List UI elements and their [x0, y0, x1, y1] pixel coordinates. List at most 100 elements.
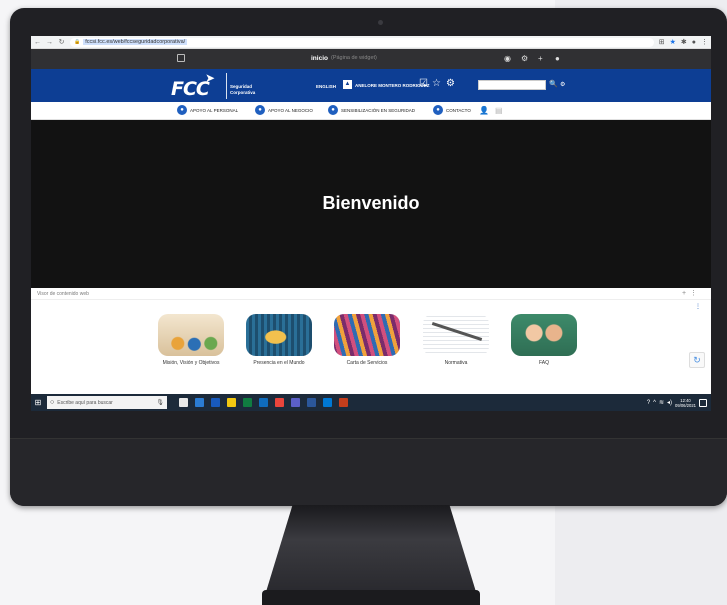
tile-image[interactable] — [246, 314, 312, 356]
nav-apoyo-negocio[interactable]: ● APOYO AL NEGOCIO — [255, 105, 313, 115]
tile-faq[interactable]: FAQ — [508, 314, 580, 366]
camera — [378, 20, 383, 25]
excel-icon[interactable] — [243, 398, 252, 407]
page-type[interactable]: (Página de widget) — [331, 55, 377, 61]
screen: ← → ↻ 🔒 fccsi.fcc.es/web/fccseguridadcor… — [31, 36, 711, 411]
url-text[interactable]: fccsi.fcc.es/web/fccseguridadcorporativa… — [83, 39, 188, 45]
welcome-title: Bienvenido — [322, 192, 420, 213]
tile-caption[interactable]: FAQ — [508, 360, 580, 366]
viewer-options-icon[interactable]: ⋮ — [695, 303, 701, 310]
mail-icon[interactable] — [323, 398, 332, 407]
volume-icon[interactable]: ◂) — [667, 399, 672, 406]
extensions-icon[interactable]: ✱ — [681, 38, 687, 46]
tile-image[interactable] — [158, 314, 224, 356]
brand-line-2: Corporativa — [230, 89, 256, 95]
help-icon[interactable]: ? — [647, 400, 650, 406]
add-icon[interactable]: + — [538, 54, 543, 63]
tile-normativa[interactable]: Normativa — [420, 314, 492, 366]
logo-arrow-icon: ➤ — [205, 71, 216, 85]
system-tray: ? ^ ≋ ◂) 12:40 09/06/2021 — [647, 398, 711, 408]
nav-label: CONTACTO — [446, 107, 471, 113]
tile-image[interactable] — [423, 314, 489, 356]
nav-label: SENSIBILIZACIÓN EN SEGURIDAD — [341, 107, 416, 113]
address-bar[interactable]: 🔒 fccsi.fcc.es/web/fccseguridadcorporati… — [70, 37, 654, 47]
eye-icon[interactable]: ◉ — [504, 54, 511, 63]
reload-icon[interactable]: ↻ — [58, 38, 65, 46]
language-link[interactable]: ENGLISH — [316, 84, 336, 89]
viewer-title: Visor de contenido web — [37, 291, 89, 297]
file-explorer-icon[interactable] — [227, 398, 236, 407]
word-icon[interactable] — [211, 398, 220, 407]
user-avatar-icon[interactable]: ▲ — [343, 80, 352, 89]
browser-toolbar: ← → ↻ 🔒 fccsi.fcc.es/web/fccseguridadcor… — [31, 36, 711, 49]
favorites-star-icon[interactable]: ☆ — [432, 78, 441, 89]
windows-start-icon[interactable]: ⊞ — [31, 394, 45, 411]
tile-presencia[interactable]: Presencia en el Mundo — [243, 314, 315, 366]
notification-icon[interactable] — [699, 398, 707, 407]
viewer-header: Visor de contenido web + ⋮ — [31, 288, 711, 300]
task-view-icon[interactable] — [179, 398, 188, 407]
welcome-banner: Bienvenido — [31, 120, 711, 288]
tile-caption[interactable]: Normativa — [420, 360, 492, 366]
recaptcha-icon[interactable]: ↻ — [689, 352, 705, 368]
network-icon[interactable]: ≋ — [659, 399, 664, 406]
business-icon: ● — [255, 105, 265, 115]
brand-text: Seguridad Corporativa — [230, 84, 255, 95]
tiles-row: Misión, Visión y Objetivos Presencia en … — [31, 314, 711, 374]
contact-icon: ● — [433, 105, 443, 115]
nav-sensibilizacion[interactable]: ● SENSIBILIZACIÓN EN SEGURIDAD — [328, 105, 415, 115]
microphone-icon[interactable]: 🎙 — [156, 399, 164, 406]
site-header: FCC ➤ Seguridad Corporativa ENGLISH ▲ AN… — [31, 69, 711, 102]
forward-icon[interactable]: → — [46, 39, 53, 46]
search-circle-icon: ○ — [50, 399, 55, 406]
sliders-icon[interactable]: ⚙ — [521, 54, 528, 63]
tile-caption[interactable]: Presencia en el Mundo — [243, 360, 315, 366]
personal-icon: ● — [177, 105, 187, 115]
tile-carta[interactable]: Carta de Servicios — [331, 314, 403, 366]
word-doc-icon[interactable] — [307, 398, 316, 407]
translate-icon[interactable]: ⊞ — [659, 38, 665, 46]
edge-icon[interactable] — [195, 398, 204, 407]
menu-icon[interactable]: ⋮ — [701, 38, 708, 46]
page-name: inicio — [311, 55, 328, 62]
main-nav: ● APOYO AL PERSONAL ● APOYO AL NEGOCIO ●… — [31, 102, 711, 120]
profile-icon[interactable]: ● — [692, 39, 696, 46]
nav-label: APOYO AL PERSONAL — [190, 107, 239, 113]
nav-label: APOYO AL NEGOCIO — [268, 107, 313, 113]
notifications-icon[interactable]: ☑ — [419, 78, 428, 89]
settings-icon[interactable]: ⚙ — [446, 78, 455, 89]
tile-caption[interactable]: Carta de Servicios — [331, 360, 403, 366]
teams-icon[interactable] — [291, 398, 300, 407]
fcc-logo[interactable]: FCC ➤ — [171, 71, 221, 100]
people-icon[interactable]: 👤 — [479, 106, 489, 115]
chrome-icon[interactable] — [275, 398, 284, 407]
user-menu-icon[interactable]: ● — [555, 54, 560, 63]
logo-text: FCC — [171, 78, 210, 100]
tile-image[interactable] — [334, 314, 400, 356]
tile-caption[interactable]: Misión, Visión y Objetivos — [155, 360, 227, 366]
clock-date: 09/06/2021 — [675, 402, 696, 408]
search-input[interactable] — [478, 80, 546, 90]
tile-image[interactable] — [511, 314, 577, 356]
side-panel-icon[interactable] — [177, 54, 185, 62]
calendar-icon[interactable]: ▤ — [495, 106, 503, 115]
search-options-icon[interactable]: ⚙ — [560, 81, 565, 88]
chevron-up-icon[interactable]: ^ — [653, 400, 656, 406]
admin-bar: inicio (Página de widget) ◉ ⚙ + ● — [31, 49, 711, 69]
search-icon[interactable]: 🔍 — [549, 80, 558, 88]
clock[interactable]: 12:40 09/06/2021 — [675, 398, 696, 408]
monitor-stand-foot — [262, 590, 480, 605]
outlook-icon[interactable] — [259, 398, 268, 407]
nav-apoyo-personal[interactable]: ● APOYO AL PERSONAL — [177, 105, 238, 115]
back-icon[interactable]: ← — [34, 39, 41, 46]
awareness-icon: ● — [328, 105, 338, 115]
taskbar-search[interactable]: ○ Escribe aquí para buscar 🎙 — [47, 396, 167, 409]
web-content-viewer: Visor de contenido web + ⋮ ⋮ Misión, Vis… — [31, 288, 711, 393]
desktop-scene: ← → ↻ 🔒 fccsi.fcc.es/web/fccseguridadcor… — [0, 0, 727, 605]
tile-mision[interactable]: Misión, Visión y Objetivos — [155, 314, 227, 366]
powerpoint-icon[interactable] — [339, 398, 348, 407]
monitor-chin — [10, 438, 727, 506]
viewer-add-icon[interactable]: + ⋮ — [682, 289, 697, 297]
nav-contacto[interactable]: ● CONTACTO — [433, 105, 471, 115]
bookmark-star-icon[interactable]: ★ — [670, 38, 676, 46]
